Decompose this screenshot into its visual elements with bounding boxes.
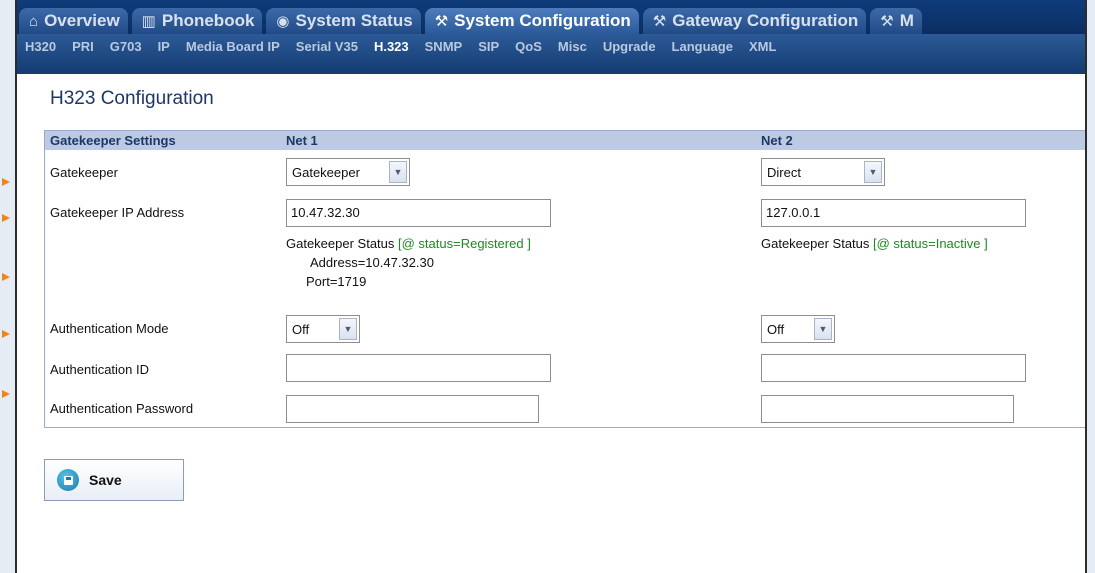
- tab-label: System Configuration: [454, 11, 631, 30]
- subnav-h-323[interactable]: H.323: [374, 39, 409, 54]
- gatekeeper-label: Gatekeeper: [50, 165, 118, 180]
- chevron-down-icon[interactable]: ▼: [864, 161, 882, 183]
- save-button[interactable]: Save: [44, 459, 184, 501]
- auth-mode-select-net2[interactable]: Off ▼: [761, 315, 835, 343]
- status-port: Port=1719: [306, 274, 367, 289]
- section-title: Gatekeeper Settings: [50, 133, 176, 148]
- save-icon: [57, 469, 79, 491]
- auth-password-label: Authentication Password: [50, 401, 194, 416]
- home-icon: ⌂: [29, 12, 39, 30]
- gatekeeper-ip-label: Gatekeeper IP Address: [50, 205, 185, 220]
- auth-id-input-net2[interactable]: [761, 354, 1026, 382]
- subnav-upgrade[interactable]: Upgrade: [603, 39, 656, 54]
- gatekeeper-ip-input-net2[interactable]: 127.0.0.1: [761, 199, 1026, 227]
- sub-navigation: H320 PRI G703 IP Media Board IP Serial V35 H.3…: [17, 34, 1085, 74]
- tab-m[interactable]: ⚒ M: [870, 8, 922, 34]
- subnav-serial-v35[interactable]: Serial V35: [296, 39, 358, 54]
- gatekeeper-select-net2[interactable]: Direct ▼: [761, 158, 885, 186]
- auth-id-label: Authentication ID: [50, 362, 150, 377]
- net1-header: Net 1: [286, 133, 318, 148]
- gatekeeper-status-net2: Gatekeeper Status [@ status=Inactive ]: [761, 234, 988, 253]
- subnav-snmp[interactable]: SNMP: [425, 39, 463, 54]
- subnav-pri[interactable]: PRI: [72, 39, 94, 54]
- annotation-arrow: [2, 390, 10, 398]
- subnav-media-board-ip[interactable]: Media Board IP: [186, 39, 280, 54]
- subnav-ip[interactable]: IP: [158, 39, 170, 54]
- tab-gateway-configuration[interactable]: ⚒ Gateway Configuration: [642, 8, 867, 34]
- auth-password-input-net2[interactable]: [761, 395, 1014, 423]
- tab-label: Overview: [44, 11, 120, 30]
- subnav-h320[interactable]: H320: [25, 39, 56, 54]
- tab-system-status[interactable]: ◉ System Status: [266, 8, 421, 34]
- wrench-icon: ⚒: [880, 13, 894, 30]
- status-address: Address=10.47.32.30: [310, 255, 434, 270]
- auth-mode-select-net2-value: Off: [767, 322, 785, 337]
- subnav-xml[interactable]: XML: [749, 39, 776, 54]
- annotation-arrows: [0, 0, 15, 573]
- tab-label: Phonebook: [161, 11, 255, 30]
- main-tab-bar: ⌂ Overview ▥ Phonebook ◉ System Status ⚒ System…: [17, 0, 1085, 34]
- auth-mode-select-net1[interactable]: Off ▼: [286, 315, 360, 343]
- subnav-sip[interactable]: SIP: [478, 39, 499, 54]
- subnav-misc[interactable]: Misc: [558, 39, 587, 54]
- auth-password-input-net1[interactable]: [286, 395, 539, 423]
- panel-header: Gatekeeper Settings Net 1 Net 2: [45, 131, 1085, 150]
- auth-mode-label: Authentication Mode: [50, 321, 169, 336]
- auth-mode-select-net1-value: Off: [292, 322, 310, 337]
- net2-header: Net 2: [761, 133, 793, 148]
- gatekeeper-select-net1[interactable]: Gatekeeper ▼: [286, 158, 410, 186]
- page-title: H323 Configuration: [50, 88, 214, 109]
- annotation-arrow: [2, 214, 10, 222]
- wrench-icon: ⚒: [434, 13, 449, 30]
- gatekeeper-select-net2-value: Direct: [767, 165, 801, 180]
- gatekeeper-settings-panel: Gatekeeper Settings Net 1 Net 2 Gatekeep…: [44, 130, 1085, 428]
- gatekeeper-status-net1: Gatekeeper Status [@ status=Registered ]…: [286, 234, 531, 291]
- status-value: [@ status=Registered ]: [398, 236, 531, 251]
- gatekeeper-ip-input-net1[interactable]: 10.47.32.30: [286, 199, 551, 227]
- phonebook-icon: ▥: [141, 13, 156, 30]
- tab-label: M: [899, 11, 914, 30]
- annotation-arrow: [2, 178, 10, 186]
- gatekeeper-select-net1-value: Gatekeeper: [292, 165, 360, 180]
- tab-phonebook[interactable]: ▥ Phonebook: [131, 8, 263, 34]
- browser-window: ⌂ Overview ▥ Phonebook ◉ System Status ⚒ System…: [15, 0, 1087, 573]
- tab-system-configuration[interactable]: ⚒ System Configuration: [424, 8, 639, 34]
- subnav-language[interactable]: Language: [672, 39, 733, 54]
- subnav-qos[interactable]: QoS: [515, 39, 542, 54]
- subnav-g703[interactable]: G703: [110, 39, 142, 54]
- annotation-arrow: [2, 330, 10, 338]
- status-value: [@ status=Inactive ]: [873, 236, 988, 251]
- annotation-arrow: [2, 273, 10, 281]
- chevron-down-icon[interactable]: ▼: [814, 318, 832, 340]
- status-label: Gatekeeper Status: [761, 236, 874, 251]
- status-icon: ◉: [276, 13, 290, 30]
- status-label: Gatekeeper Status: [286, 236, 399, 251]
- wrench-icon: ⚒: [652, 13, 667, 30]
- chevron-down-icon[interactable]: ▼: [339, 318, 357, 340]
- tab-label: Gateway Configuration: [672, 11, 859, 30]
- tab-overview[interactable]: ⌂ Overview: [19, 8, 128, 34]
- chevron-down-icon[interactable]: ▼: [389, 161, 407, 183]
- tab-label: System Status: [295, 11, 413, 30]
- save-button-label: Save: [89, 472, 122, 488]
- auth-id-input-net1[interactable]: [286, 354, 551, 382]
